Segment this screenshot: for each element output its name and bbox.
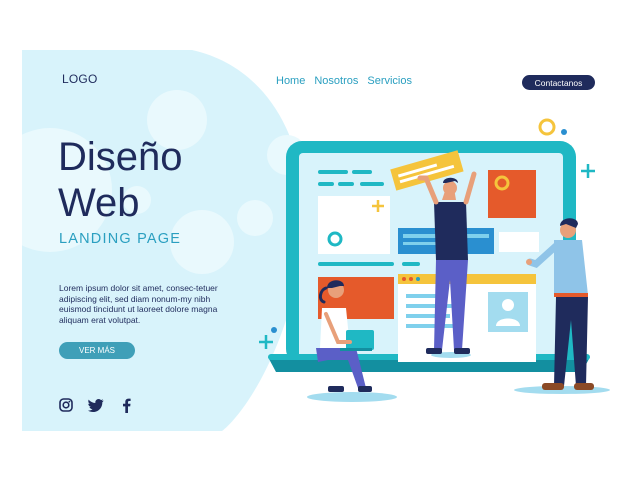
hero-illustration [259, 118, 610, 402]
landing-page: LOGO Home Nosotros Servicios Contactanos… [22, 50, 618, 431]
